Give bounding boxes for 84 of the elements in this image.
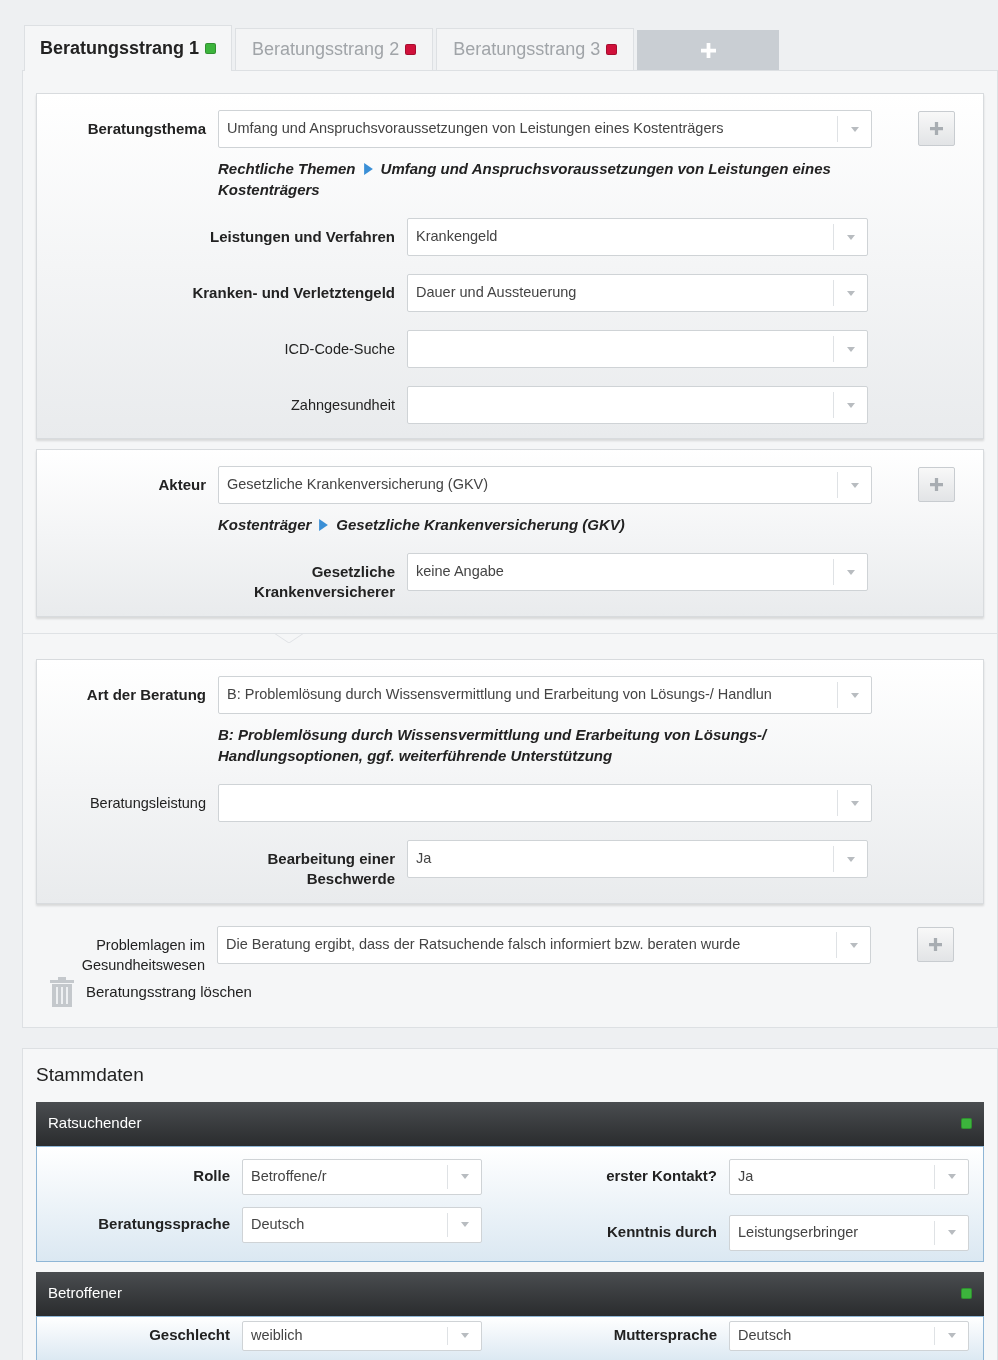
dropdown-field[interactable]: Ja	[407, 840, 868, 878]
triangle-icon	[363, 163, 373, 175]
breadcrumb-text: B: Problemlösung durch Wissensvermittlung und Erarbeitung von Lösungs-/ Handlungsoptionen, ggf. weiterführende Unterstützung	[218, 725, 769, 766]
dropdown-field[interactable]: Gesetzliche Krankenversicherung (GKV)	[218, 466, 872, 504]
field-label: Problemlagen im Gesundheitswesen	[81, 936, 205, 975]
dropdown-field[interactable]: keine Angabe	[407, 553, 868, 591]
field-value: Betroffene/r	[251, 1167, 327, 1184]
caret-icon	[846, 290, 855, 296]
tab[interactable]: Beratungsstrang 1	[24, 25, 233, 71]
caret-icon	[947, 1174, 956, 1179]
caret-icon	[460, 1222, 469, 1227]
breadcrumb-text: Rechtliche Themen Umfang und Anspruchsvoraussetzungen von Leistungen eines Kostenträgers	[218, 159, 832, 200]
caret-icon	[460, 1333, 469, 1338]
plus-icon	[930, 122, 943, 135]
dropdown-field[interactable]: weiblich	[242, 1320, 482, 1351]
caret-icon	[846, 234, 855, 240]
plus-icon	[929, 938, 942, 951]
triangle-icon	[319, 519, 329, 531]
dropdown-field[interactable]	[407, 330, 868, 368]
dropdown-field[interactable]: Deutsch	[729, 1320, 969, 1351]
field-label: Gesetzliche Krankenversicherer	[254, 562, 395, 602]
field-label: Kranken- und Verletztengeld	[192, 283, 395, 303]
plus-icon	[700, 42, 716, 58]
caret-icon	[846, 346, 855, 352]
caret-icon	[846, 402, 855, 408]
caret-icon	[850, 482, 859, 488]
field-value: Dauer und Aussteuerung	[416, 284, 577, 301]
dropdown-field[interactable]: Krankengeld	[407, 218, 868, 256]
field-value: Ja	[416, 850, 432, 867]
trash-icon[interactable]	[50, 977, 74, 1007]
field-value: keine Angabe	[416, 563, 504, 580]
dropdown-field[interactable]: Ja	[729, 1158, 969, 1195]
field-value: Deutsch	[251, 1215, 305, 1232]
field-label: Kenntnis durch	[607, 1222, 717, 1243]
dropdown-field[interactable]: Dauer und Aussteuerung	[407, 274, 868, 312]
field-value: Krankengeld	[416, 228, 498, 245]
field-label: Geschlecht	[149, 1325, 230, 1346]
field-value: Deutsch	[738, 1326, 792, 1343]
delete-link[interactable]: Beratungsstrang löschen	[86, 980, 252, 1004]
caret-icon	[850, 126, 859, 132]
plus-icon	[930, 478, 943, 491]
dropdown-field[interactable]: Deutsch	[242, 1206, 482, 1243]
field-value: Ja	[738, 1167, 754, 1184]
caret-icon	[846, 569, 855, 575]
field-label: Akteur	[158, 475, 206, 495]
field-label: Beratungssprache	[98, 1214, 230, 1235]
section-header-title: Betroffener	[48, 1283, 122, 1304]
section-title: Stammdaten	[36, 1063, 145, 1087]
dropdown-field[interactable]	[407, 386, 868, 424]
field-value: B: Problemlösung durch Wissensvermittlung und Erarbeitung von Lösungs-/ Handlun	[227, 686, 772, 703]
field-label: Rolle	[193, 1166, 230, 1187]
caret-icon	[850, 692, 859, 698]
dropdown-field[interactable]: Umfang und Anspruchsvoraussetzungen von Leistungen eines Kostenträgers	[218, 110, 872, 148]
caret-icon	[460, 1174, 469, 1179]
caret-icon	[849, 942, 858, 948]
dropdown-field[interactable]	[218, 784, 872, 822]
field-label: Muttersprache	[613, 1325, 717, 1346]
caret-icon	[850, 800, 859, 806]
section-header-title: Ratsuchender	[48, 1113, 142, 1134]
dropdown-field[interactable]: Betroffene/r	[242, 1158, 482, 1195]
add-button[interactable]	[918, 111, 955, 146]
caret-icon	[947, 1333, 956, 1338]
field-label: Beratungsthema	[87, 119, 206, 139]
field-value: Leistungserbringer	[738, 1223, 859, 1240]
field-value: weiblich	[251, 1326, 303, 1343]
caret-icon	[947, 1230, 956, 1235]
field-label: Leistungen und Verfahren	[209, 227, 395, 247]
field-label: Art der Beratung	[86, 685, 206, 705]
field-value: Gesetzliche Krankenversicherung (GKV)	[227, 476, 489, 493]
add-tab-button[interactable]	[637, 30, 780, 70]
field-label: erster Kontakt?	[606, 1166, 717, 1187]
field-label: Beratungsleistung	[89, 794, 206, 813]
add-button[interactable]	[918, 467, 955, 502]
caret-icon	[846, 856, 855, 862]
field-label: ICD-Code-Suche	[284, 340, 395, 359]
breadcrumb-text: Kostenträger Gesetzliche Krankenversicherung (GKV)	[218, 515, 626, 535]
field-value: Umfang und Anspruchsvoraussetzungen von Leistungen eines Kostenträgers	[227, 120, 724, 137]
dropdown-field[interactable]: B: Problemlösung durch Wissensvermittlung und Erarbeitung von Lösungs-/ Handlun	[218, 676, 872, 714]
field-label: Bearbeitung einer Beschwerde	[267, 849, 395, 889]
dropdown-field[interactable]: Leistungserbringer	[729, 1214, 969, 1251]
field-value: Die Beratung ergibt, dass der Ratsuchende falsch informiert bzw. beraten wurde	[226, 936, 741, 953]
dropdown-field[interactable]: Die Beratung ergibt, dass der Ratsuchende falsch informiert bzw. beraten wurde	[217, 926, 871, 964]
field-label: Zahngesundheit	[291, 396, 395, 415]
add-button[interactable]	[917, 927, 954, 962]
